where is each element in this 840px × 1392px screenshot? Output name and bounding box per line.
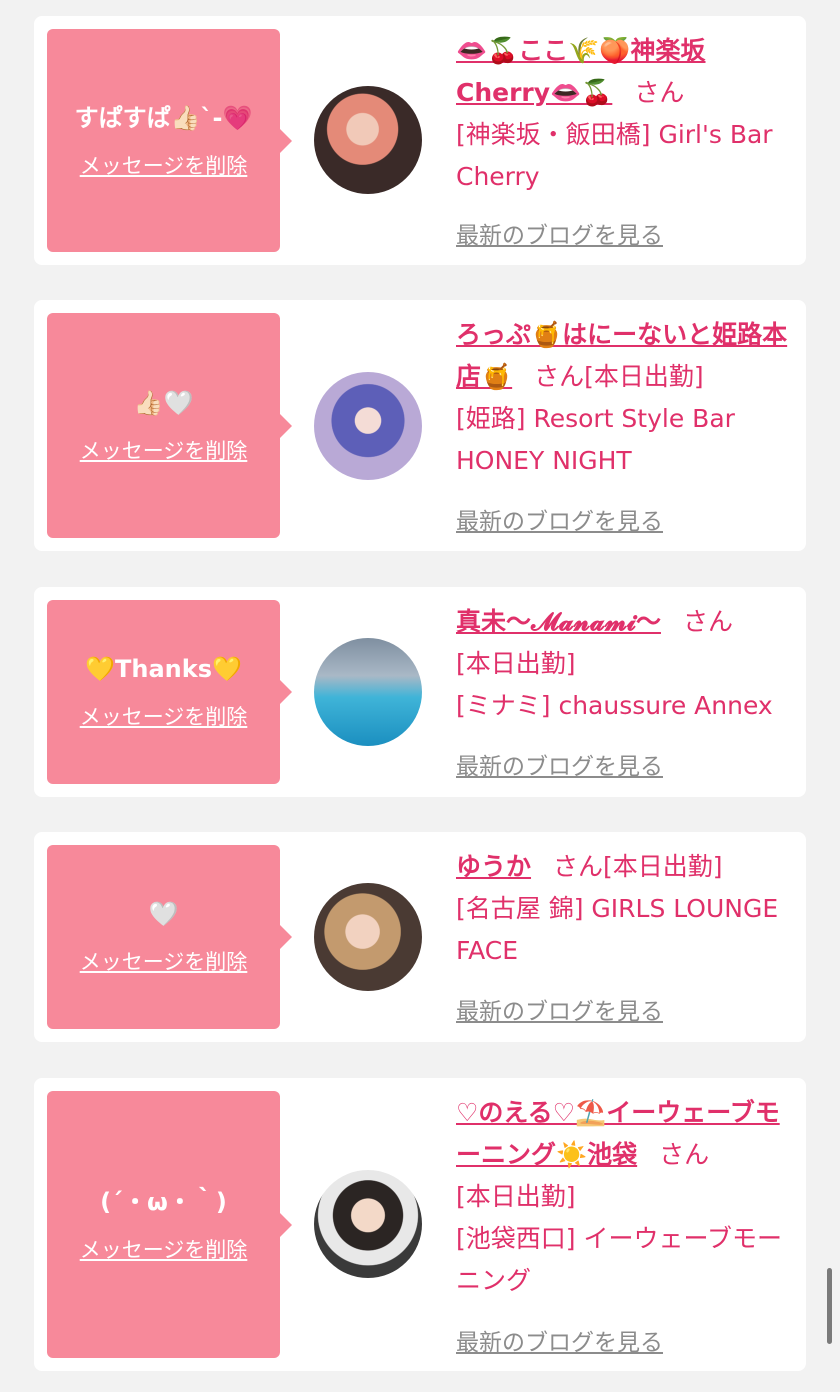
latest-blog-link[interactable]: 最新のブログを見る xyxy=(456,1323,663,1357)
delete-message-link[interactable]: メッセージを削除 xyxy=(80,435,248,465)
status-badge: [本日出勤] xyxy=(603,852,723,881)
shop-name: [ミナミ] chaussure Annex xyxy=(456,691,773,720)
message-text: 💛Thanks💛 xyxy=(85,655,242,683)
avatar[interactable] xyxy=(314,883,422,991)
delete-message-link[interactable]: メッセージを削除 xyxy=(80,946,248,976)
status-badge: [本日出勤] xyxy=(584,362,704,391)
shop-name: [姫路] Resort Style Bar HONEY NIGHT xyxy=(456,404,735,475)
message-bubble: (´・ω・｀) メッセージを削除 xyxy=(47,1091,292,1358)
avatar[interactable] xyxy=(314,638,422,746)
delete-message-link[interactable]: メッセージを削除 xyxy=(80,150,248,180)
delete-message-link[interactable]: メッセージを削除 xyxy=(80,701,248,731)
message-text: (´・ω・｀) xyxy=(100,1187,227,1216)
avatar[interactable] xyxy=(314,372,422,480)
message-text: 🤍 xyxy=(148,900,179,928)
shop-name: [神楽坂・飯田橋] Girl's Bar Cherry xyxy=(456,120,773,191)
cast-info: ♡のえる♡⛱️イーウェーブモーニング☀️池袋 さん [本日出勤] [池袋西口] イ… xyxy=(456,1092,796,1302)
message-card: 💛Thanks💛 メッセージを削除 真未〜𝓜𝓪𝓷𝓪𝓶𝓲〜 さん [本日出勤] [ミ… xyxy=(34,587,806,797)
honorific: さん xyxy=(659,1140,710,1169)
cast-info: ろっぷ🍯はにーないと姫路本店🍯 さん[本日出勤] [姫路] Resort Styl… xyxy=(456,314,796,482)
message-text: すぱすぱ👍🏻ˋ-💗 xyxy=(74,103,253,132)
status-badge: [本日出勤] xyxy=(456,1182,576,1211)
message-bubble: すぱすぱ👍🏻ˋ-💗 メッセージを削除 xyxy=(47,29,292,252)
latest-blog-link[interactable]: 最新のブログを見る xyxy=(456,992,663,1026)
cast-name-link[interactable]: 真未〜𝓜𝓪𝓷𝓪𝓶𝓲〜 xyxy=(456,607,661,636)
delete-message-link[interactable]: メッセージを削除 xyxy=(80,1234,248,1264)
cast-name-link[interactable]: ゆうか xyxy=(456,852,531,881)
message-bubble: 💛Thanks💛 メッセージを削除 xyxy=(47,600,292,784)
avatar[interactable] xyxy=(314,86,422,194)
message-card: (´・ω・｀) メッセージを削除 ♡のえる♡⛱️イーウェーブモーニング☀️池袋さ… xyxy=(34,1078,806,1371)
message-card: 🤍 メッセージを削除 ゆうか さん[本日出勤] [名古屋 錦] GIRLS LOU… xyxy=(34,832,806,1042)
cast-info: 👄🍒ここ🌾🍑神楽坂Cherry👄🍒 さん [神楽坂・飯田橋] Girl's Bar… xyxy=(456,30,796,198)
cast-name-link[interactable]: ♡のえる♡⛱️イーウェーブモーニング☀️池袋 xyxy=(456,1098,780,1169)
message-bubble: 👍🏻🤍 メッセージを削除 xyxy=(47,313,292,538)
shop-name: [池袋西口] イーウェーブモーニング xyxy=(456,1224,782,1295)
message-card: すぱすぱ👍🏻ˋ-💗 メッセージを削除 👄🍒ここ🌾🍑神楽坂Cherry👄🍒 さん [… xyxy=(34,16,806,265)
message-list: すぱすぱ👍🏻ˋ-💗 メッセージを削除 👄🍒ここ🌾🍑神楽坂Cherry👄🍒 さん [… xyxy=(0,0,840,1392)
message-bubble: 🤍 メッセージを削除 xyxy=(47,845,292,1029)
honorific: さん xyxy=(534,362,585,391)
latest-blog-link[interactable]: 最新のブログを見る xyxy=(456,502,663,536)
cast-info: 真未〜𝓜𝓪𝓷𝓪𝓶𝓲〜 さん [本日出勤] [ミナミ] chaussure Anne… xyxy=(456,601,796,727)
status-badge: [本日出勤] xyxy=(456,649,576,678)
honorific: さん xyxy=(553,852,604,881)
cast-info: ゆうか さん[本日出勤] [名古屋 錦] GIRLS LOUNGE FACE xyxy=(456,846,796,972)
honorific: さん xyxy=(682,607,733,636)
latest-blog-link[interactable]: 最新のブログを見る xyxy=(456,216,663,250)
latest-blog-link[interactable]: 最新のブログを見る xyxy=(456,747,663,781)
scrollbar[interactable] xyxy=(827,1268,832,1344)
message-text: 👍🏻🤍 xyxy=(133,388,194,417)
message-card: 👍🏻🤍 メッセージを削除 ろっぷ🍯はにーないと姫路本店🍯 さん[本日出勤] [姫路… xyxy=(34,300,806,551)
honorific: さん xyxy=(634,78,685,107)
avatar[interactable] xyxy=(314,1170,422,1278)
shop-name: [名古屋 錦] GIRLS LOUNGE FACE xyxy=(456,894,779,965)
